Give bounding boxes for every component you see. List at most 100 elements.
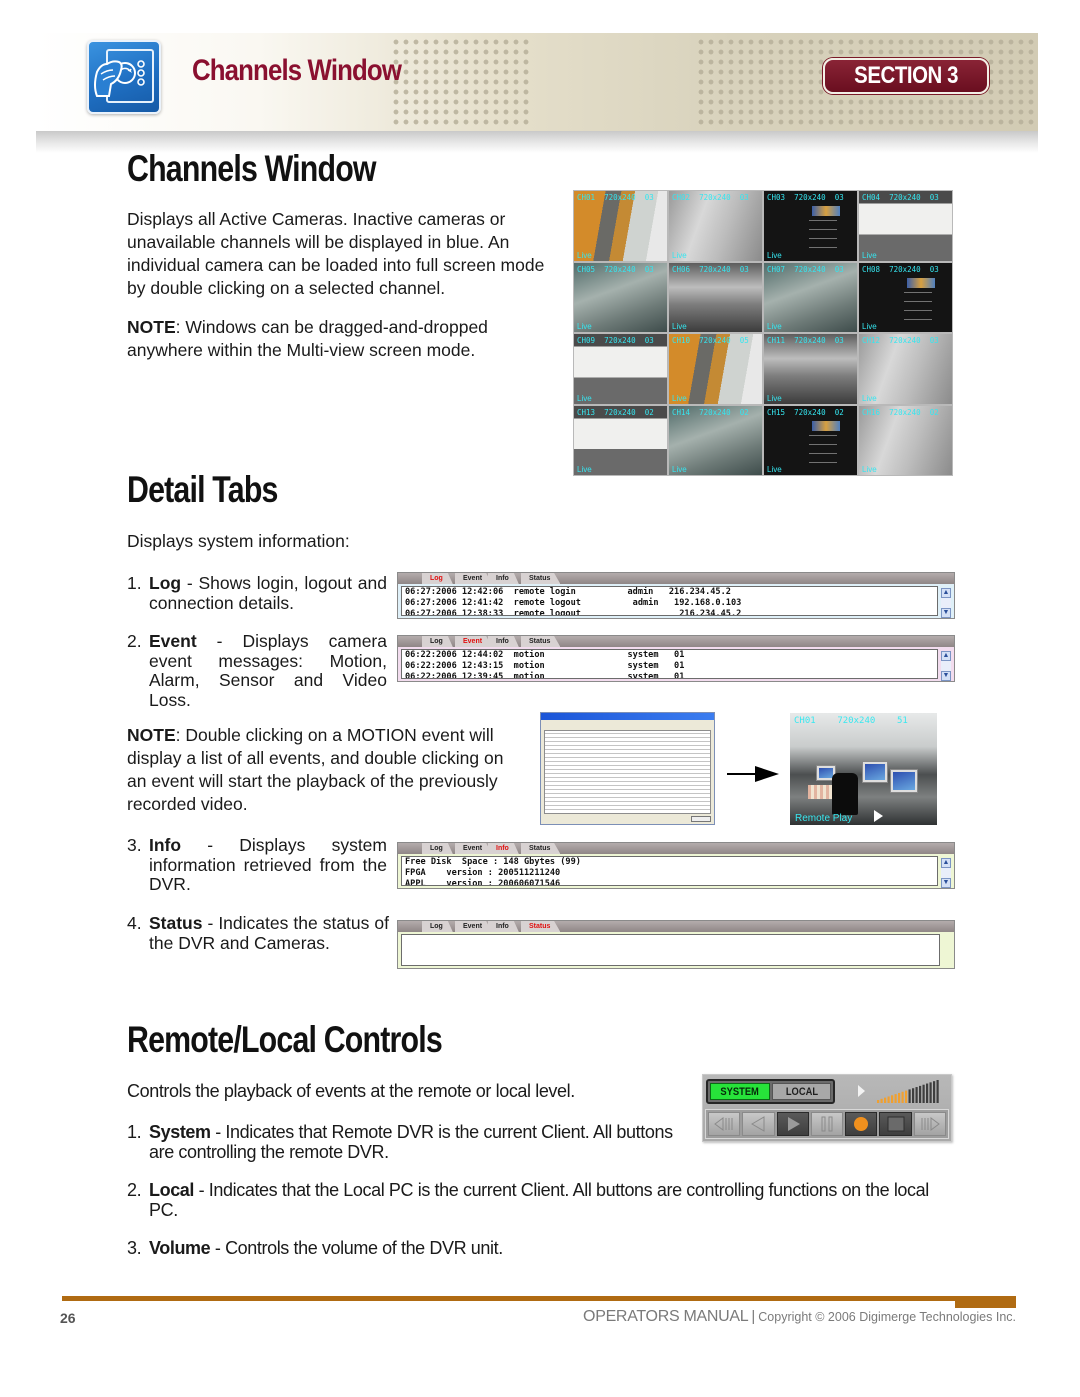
- table-row: 06:27:2006 12:41:42 remote logout admin …: [405, 598, 742, 608]
- skip-back-button[interactable]: [708, 1112, 741, 1136]
- tab-event[interactable]: Event: [455, 843, 493, 854]
- camera-tile[interactable]: CH15 720x240 02 Live: [764, 405, 857, 475]
- tab-event[interactable]: Event: [455, 573, 493, 584]
- detail-tabs-intro: Displays system information:: [127, 531, 350, 551]
- camera-tile[interactable]: CH06 720x240 03 Live: [669, 262, 762, 332]
- volume-bar: [894, 1094, 897, 1103]
- system-button[interactable]: SYSTEM: [710, 1083, 770, 1100]
- footer-text: OPERATORS MANUAL | Copyright © 2006 Digime…: [583, 1308, 1016, 1326]
- tab-info[interactable]: Info: [488, 843, 519, 854]
- volume-bar: [912, 1088, 915, 1103]
- scroll-up-icon[interactable]: ▲: [941, 588, 951, 598]
- tab-log[interactable]: Log: [422, 843, 453, 854]
- volume-slider[interactable]: [877, 1079, 941, 1103]
- monitor: [890, 769, 918, 793]
- list-item-status: 4. Status - Indicates the status of the …: [127, 913, 389, 953]
- camera-tile[interactable]: CH04 720x240 03 Live: [859, 191, 952, 261]
- rewind-button[interactable]: [742, 1112, 775, 1136]
- tab-info[interactable]: Info: [488, 573, 519, 584]
- camera-tile[interactable]: CH11 720x240 03 Live: [764, 334, 857, 404]
- event-list[interactable]: [544, 730, 711, 814]
- camera-tile[interactable]: CH13 720x240 02 Live: [574, 405, 667, 475]
- text-lines: [808, 434, 837, 466]
- scroll-down-icon[interactable]: ▼: [941, 671, 951, 681]
- scroll-down-icon[interactable]: ▼: [941, 608, 951, 618]
- camera-label: CH04 720x240 03: [862, 193, 939, 202]
- skip-forward-button[interactable]: [913, 1112, 946, 1136]
- banner-title: Channels Window: [192, 54, 402, 87]
- tab-event[interactable]: Event: [455, 921, 493, 932]
- tab-content: Free Disk Space : 148 Gbytes (99) FPGA ve…: [401, 856, 938, 886]
- camera-label: CH02 720x240 03: [672, 193, 749, 202]
- camera-status: Live: [672, 465, 687, 474]
- list-item-local: 2. Local - Indicates that the Local PC i…: [127, 1180, 957, 1220]
- camera-status: Live: [577, 322, 592, 331]
- camera-tile[interactable]: CH12 720x240 03 Live: [859, 334, 952, 404]
- remote-play-label: Remote Play: [795, 813, 853, 824]
- item-number: 2.: [127, 631, 142, 651]
- tab-info[interactable]: Info: [488, 636, 519, 647]
- item-number: 3.: [127, 835, 142, 855]
- scrollbar[interactable]: ▲ ▼: [941, 588, 951, 618]
- camera-status: Live: [862, 322, 877, 331]
- text-lines: [808, 220, 837, 252]
- camera-tile[interactable]: CH05 720x240 03 Live: [574, 262, 667, 332]
- poster: [812, 420, 841, 431]
- item-number: 2.: [127, 1180, 142, 1200]
- tab-log[interactable]: Log: [422, 636, 453, 647]
- item-text: - Displays system information retrieved …: [149, 835, 387, 894]
- camera-status: Live: [577, 250, 592, 260]
- tab-status[interactable]: Status: [521, 636, 561, 647]
- tab-content: 06:27:2006 12:42:06 remote login admin 2…: [401, 586, 938, 616]
- camera-tile[interactable]: CH16 720x240 02 Live: [859, 405, 952, 475]
- scroll-track[interactable]: [941, 598, 951, 608]
- section-badge: SECTION 3: [823, 58, 989, 94]
- camera-tile[interactable]: CH14 720x240 02 Live: [669, 405, 762, 475]
- camera-status: Live: [767, 393, 782, 403]
- scroll-up-icon[interactable]: ▲: [941, 651, 951, 661]
- local-button[interactable]: LOCAL: [772, 1083, 831, 1100]
- list-item-system: 1. System - Indicates that Remote DVR is…: [127, 1122, 695, 1162]
- volume-bar: [933, 1081, 936, 1103]
- record-button[interactable]: [845, 1112, 878, 1136]
- scroll-down-icon[interactable]: ▼: [941, 878, 951, 888]
- camera-tile[interactable]: CH07 720x240 03 Live: [764, 262, 857, 332]
- camera-tile[interactable]: CH10 720x240 05 Live: [669, 334, 762, 404]
- channels-note: NOTE: Windows can be dragged-and-dropped…: [127, 316, 559, 362]
- camera-tile[interactable]: CH09 720x240 03 Live: [574, 334, 667, 404]
- scrollbar[interactable]: ▲ ▼: [941, 651, 951, 681]
- camera-label: CH09 720x240 03: [577, 336, 654, 345]
- banner-dot-pattern: [391, 37, 531, 127]
- camera-status: Live: [672, 250, 687, 260]
- camera-tile[interactable]: CH03 720x240 03 Live: [764, 191, 857, 261]
- rewind-icon: [751, 1116, 765, 1132]
- system-button-label: SYSTEM: [720, 1086, 760, 1098]
- scroll-track[interactable]: [941, 661, 951, 671]
- tab-log[interactable]: Log: [422, 573, 453, 584]
- tab-status[interactable]: Status: [521, 843, 561, 854]
- tab-event[interactable]: Event: [455, 636, 493, 647]
- tab-status[interactable]: Status: [521, 921, 561, 932]
- close-button[interactable]: [691, 816, 711, 822]
- tab-log[interactable]: Log: [422, 921, 453, 932]
- item-number: 1.: [127, 1122, 142, 1142]
- table-row: 06:22:2006 12:39:45 motion system 01: [405, 672, 685, 679]
- scroll-up-icon[interactable]: ▲: [941, 858, 951, 868]
- list-item-event: 2. Event - Displays camera event message…: [127, 631, 387, 710]
- channels-description: Displays all Active Cameras. Inactive ca…: [127, 209, 545, 298]
- pause-button[interactable]: [810, 1112, 844, 1136]
- stop-icon: [887, 1116, 905, 1132]
- tab-info[interactable]: Info: [488, 921, 519, 932]
- table-row: 06:27:2006 12:38:33 remote logout 216.23…: [405, 609, 742, 616]
- tab-status[interactable]: Status: [521, 573, 561, 584]
- volume-bar: [880, 1098, 883, 1103]
- table-row: APPL version : 200606071546: [405, 879, 561, 886]
- footer-rule-tab: [955, 1296, 1016, 1308]
- stop-button[interactable]: [879, 1112, 912, 1136]
- scroll-track[interactable]: [941, 868, 951, 878]
- camera-tile[interactable]: CH08 720x240 03 Live: [859, 262, 952, 332]
- play-button[interactable]: [776, 1112, 809, 1136]
- scrollbar[interactable]: ▲ ▼: [941, 858, 951, 888]
- camera-tile[interactable]: CH01 720x240 03 Live: [574, 191, 667, 261]
- camera-tile[interactable]: CH02 720x240 03 Live: [669, 191, 762, 261]
